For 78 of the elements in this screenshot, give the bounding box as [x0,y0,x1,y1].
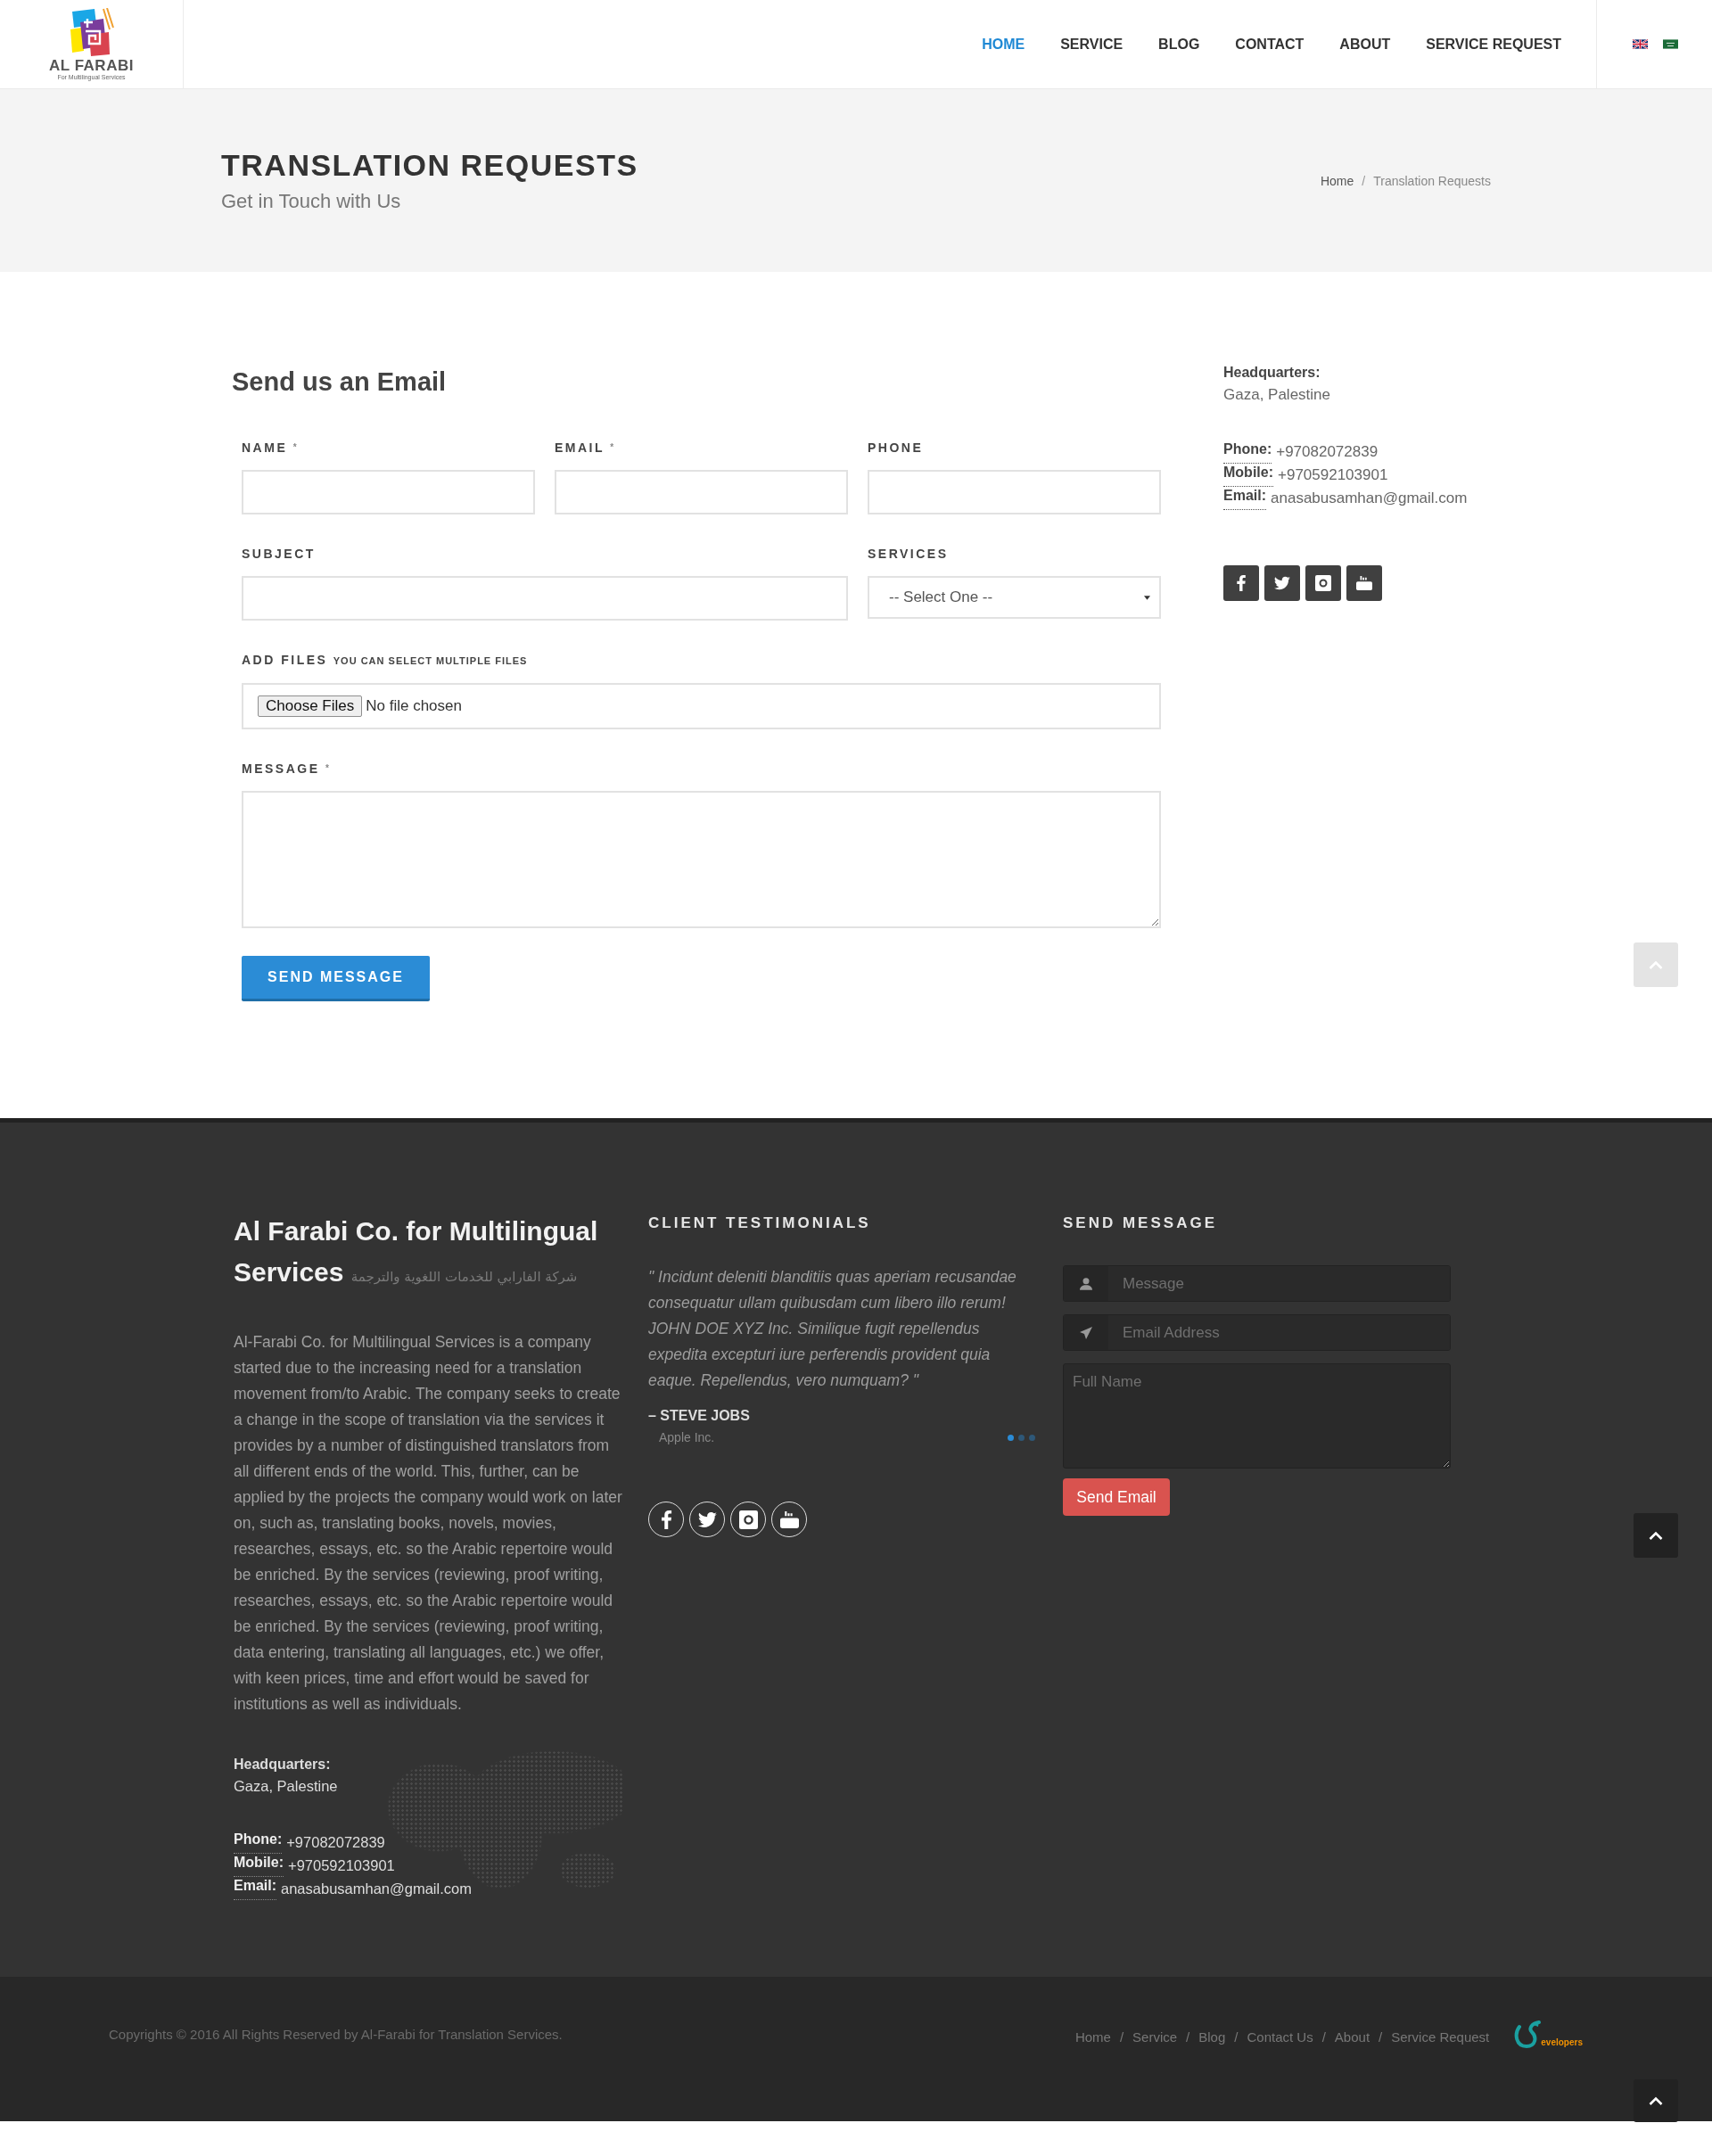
page-subtitle: Get in Touch with Us [221,188,402,214]
nav-link[interactable]: BLOG [1140,27,1218,62]
camera-icon[interactable] [1305,565,1341,601]
testimonial-quote: " Incidunt deleniti blanditiis quas aperiam recusandae consequatur ullam quibusdam cum libero illo rerum! JOHN DOE XYZ Inc. Similique fugit repellendus expedita excepturi iure perferendis provident quia eaque. Repellendus, vero numquam? " [648,1267,1017,1391]
field-label: EMAIL * [555,440,615,457]
page-title: TRANSLATION REQUESTS [221,146,638,183]
headquarters-label: Headquarters: [234,1756,332,1773]
link-separator: / [1186,2029,1190,2045]
chevron-up-icon [1649,1531,1663,1540]
file-field[interactable]: Choose Files No file chosen [242,683,1161,729]
breadcrumb-current: Translation Requests [1373,173,1491,188]
info-label: Email: [234,1877,276,1900]
link-separator: / [1379,2029,1383,2045]
scroll-top-button[interactable] [1634,2079,1678,2122]
testimonials-heading: CLIENT TESTIMONIALS [648,1214,872,1233]
testimonial-company: Apple Inc. [659,1429,715,1446]
info-value: anasabusamhan@gmail.com [281,1880,472,1898]
send-email-button[interactable]: Send Email [1063,1478,1170,1516]
headquarters-value: Gaza, Palestine [1223,385,1331,405]
send-message-button[interactable]: SEND MESSAGE [242,956,430,1001]
info-label: Phone: [1223,440,1272,464]
nav-link[interactable]: HOME [964,27,1043,62]
info-value: +97082072839 [286,1833,385,1852]
info-value: +97082072839 [1276,442,1379,462]
file-status-text: No file chosen [366,697,462,715]
headquarters-label: Headquarters: [1223,364,1321,382]
info-value: +970592103901 [1278,465,1388,485]
chevron-up-icon [1649,2096,1663,2105]
field-label: SERVICES [868,546,950,563]
field-label: SUBJECT [242,546,317,563]
info-label: Phone: [234,1831,283,1854]
swirl-logo-icon[interactable] [1514,2020,1542,2050]
logo-title: AL FARABI [49,57,134,74]
headquarters-value: Gaza, Palestine [234,1777,339,1796]
info-label: Email: [1223,487,1266,510]
developer-logo-text: evelopers [1541,2037,1583,2048]
uk-flag-icon[interactable] [1633,39,1648,49]
chevron-up-icon [1649,960,1663,969]
field-label: PHONE [868,440,925,457]
carousel-dot[interactable] [1029,1434,1035,1441]
text-field[interactable] [242,576,848,621]
full-name-field[interactable]: Full Name [1063,1363,1451,1469]
info-value: +970592103901 [288,1856,395,1875]
link-separator: / [1321,2029,1326,2045]
choose-files-button[interactable]: Choose Files [258,695,363,717]
send-message-heading: SEND MESSAGE [1063,1214,1218,1233]
nav-link[interactable]: SERVICE REQUEST [1408,27,1579,62]
field-label: MESSAGE * [242,761,330,778]
caret-down-icon [1144,595,1150,600]
colored-squares-logo-icon[interactable] [69,7,114,56]
text-field[interactable] [868,470,1161,514]
link-separator: / [1234,2029,1239,2045]
nav-link[interactable]: CONTACT [1217,27,1322,62]
testimonial-author: – STEVE JOBS [648,1407,751,1425]
carousel-dot[interactable] [1008,1434,1014,1441]
breadcrumb-link[interactable]: Home [1320,173,1354,188]
services-dropdown[interactable]: -- Select One -- [868,576,1161,619]
text-field[interactable] [555,470,848,514]
message-field[interactable] [242,791,1161,928]
youtube-icon[interactable] [1346,565,1382,601]
info-label: Mobile: [1223,464,1273,487]
facebook-icon[interactable] [1223,565,1259,601]
carousel-dot[interactable] [1018,1434,1025,1441]
link-separator: / [1119,2029,1124,2045]
info-value: anasabusamhan@gmail.com [1271,489,1468,508]
breadcrumb-separator: / [1362,173,1366,188]
text-field[interactable] [242,470,535,514]
form-heading: Send us an Email [232,366,448,397]
field-label: ADD FILES YOU CAN SELECT MULTIPLE FILES [242,652,529,669]
scroll-top-button[interactable] [1634,1513,1678,1558]
info-label: Mobile: [234,1854,284,1877]
copyright-text: Copyrights © 2016 All Rights Reserved by Al-Farabi for Translation Services. [109,2027,563,2043]
twitter-icon[interactable] [1264,565,1300,601]
nav-link[interactable]: ABOUT [1321,27,1409,62]
saudi-flag-icon[interactable] [1663,39,1678,49]
field-label: NAME * [242,440,298,457]
nav-link[interactable]: SERVICE [1042,27,1141,62]
footer-paragraph: researches, essays, etc. so the Arabic repertoire would be enriched. By the services (reviewing, proof writing, data entering, translating all languages, etc.) we offer, with keen prices, time and effort would be saved for institutions as well as individuals. [234,1591,614,1715]
